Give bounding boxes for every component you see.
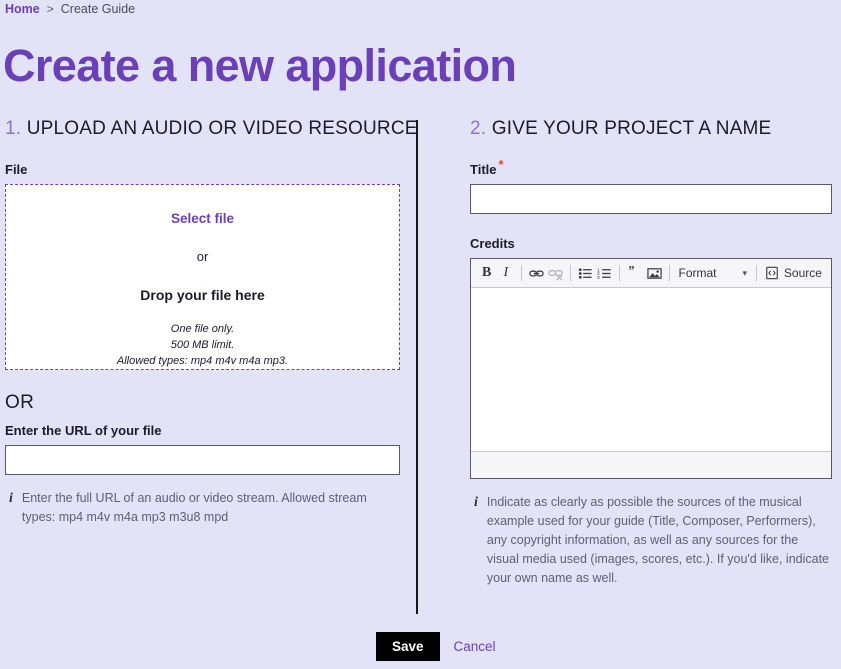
step-1-heading: 1. UPLOAD AN AUDIO OR VIDEO RESOURCE <box>5 118 417 140</box>
toolbar-separator <box>520 265 522 281</box>
url-input[interactable] <box>5 445 400 475</box>
info-icon: i <box>474 495 478 510</box>
select-file-link[interactable]: Select file <box>171 211 234 226</box>
source-button-label: Source <box>783 266 822 280</box>
svg-text:3: 3 <box>597 275 600 281</box>
breadcrumb: Home > Create Guide <box>5 2 135 16</box>
credits-help-text: i Indicate as clearly as possible the so… <box>470 493 832 588</box>
unlink-icon[interactable] <box>546 262 565 284</box>
dropzone-instruction: Drop your file here <box>140 287 265 303</box>
breadcrumb-separator: > <box>46 2 54 16</box>
form-actions: Save Cancel <box>376 632 496 661</box>
bold-button[interactable]: B <box>477 262 496 284</box>
hint-one-file: One file only. <box>170 323 235 335</box>
column-divider <box>416 120 418 614</box>
image-icon[interactable] <box>644 262 663 284</box>
source-button[interactable]: Source <box>762 266 825 280</box>
step-1-title: UPLOAD AN AUDIO OR VIDEO RESOURCE <box>26 118 418 139</box>
dropzone-or-label: or <box>196 249 209 264</box>
hint-size-limit: 500 MB limit. <box>170 339 235 351</box>
upload-icon <box>202 284 203 285</box>
toolbar-separator <box>569 265 571 281</box>
numbered-list-icon[interactable]: 1 2 3 <box>595 262 614 284</box>
link-icon[interactable] <box>526 262 545 284</box>
upload-section: 1. UPLOAD AN AUDIO OR VIDEO RESOURCE Fil… <box>5 118 417 527</box>
title-label-text: Title <box>470 162 497 177</box>
format-dropdown-label: Format <box>678 266 717 280</box>
toolbar-separator <box>668 265 670 281</box>
credits-editor-body[interactable] <box>471 288 831 451</box>
unlink-glyph <box>548 269 563 281</box>
blockquote-glyph: ” <box>629 266 635 277</box>
source-code-icon <box>766 266 778 280</box>
step-1-number: 1. <box>5 118 22 139</box>
save-button[interactable]: Save <box>376 632 440 661</box>
page-title: Create a new application <box>3 40 517 91</box>
dropzone-hints: One file only. 500 MB limit. Allowed typ… <box>117 321 288 369</box>
bulleted-list-icon[interactable] <box>576 262 595 284</box>
format-dropdown[interactable]: Format ▾ <box>675 266 752 280</box>
hint-allowed-types: Allowed types: mp4 m4v m4a mp3. <box>116 355 289 367</box>
url-field-label: Enter the URL of your file <box>5 423 162 438</box>
credits-field-label: Credits <box>470 236 515 251</box>
project-name-section: 2. GIVE YOUR PROJECT A NAME Title * Credi… <box>470 118 832 588</box>
cancel-link[interactable]: Cancel <box>454 639 496 654</box>
step-2-title: GIVE YOUR PROJECT A NAME <box>491 118 772 139</box>
file-field-label: File <box>5 162 28 177</box>
credits-help-message: Indicate as clearly as possible the sour… <box>486 495 830 585</box>
url-help-text: i Enter the full URL of an audio or vide… <box>5 489 400 527</box>
link-glyph <box>528 270 544 276</box>
toolbar-separator <box>756 265 757 281</box>
italic-button[interactable]: I <box>496 262 515 284</box>
step-2-heading: 2. GIVE YOUR PROJECT A NAME <box>470 118 832 140</box>
bulleted-list-glyph <box>578 267 592 279</box>
required-marker: * <box>498 156 504 172</box>
chevron-down-icon: ▾ <box>742 267 748 278</box>
blockquote-icon[interactable]: ” <box>625 262 644 284</box>
breadcrumb-home-link[interactable]: Home <box>5 2 40 16</box>
breadcrumb-current: Create Guide <box>60 2 136 16</box>
title-input[interactable] <box>470 184 832 214</box>
svg-text:”: ” <box>629 266 635 277</box>
file-dropzone[interactable]: Select file or Drop your file here One f… <box>5 184 400 370</box>
url-help-message: Enter the full URL of an audio or video … <box>21 491 367 524</box>
or-separator: OR <box>5 392 35 413</box>
image-glyph <box>646 267 662 279</box>
info-icon: i <box>9 491 13 506</box>
toolbar-separator <box>619 265 621 281</box>
credits-rich-text-editor: B I 1 2 3 ” Format ▾ Source <box>470 258 832 479</box>
editor-toolbar: B I 1 2 3 ” Format ▾ Source <box>471 259 831 288</box>
step-2-number: 2. <box>470 118 487 139</box>
title-field-label: Title * <box>470 158 832 177</box>
numbered-list-glyph: 1 2 3 <box>597 267 611 281</box>
editor-status-bar <box>471 451 831 478</box>
